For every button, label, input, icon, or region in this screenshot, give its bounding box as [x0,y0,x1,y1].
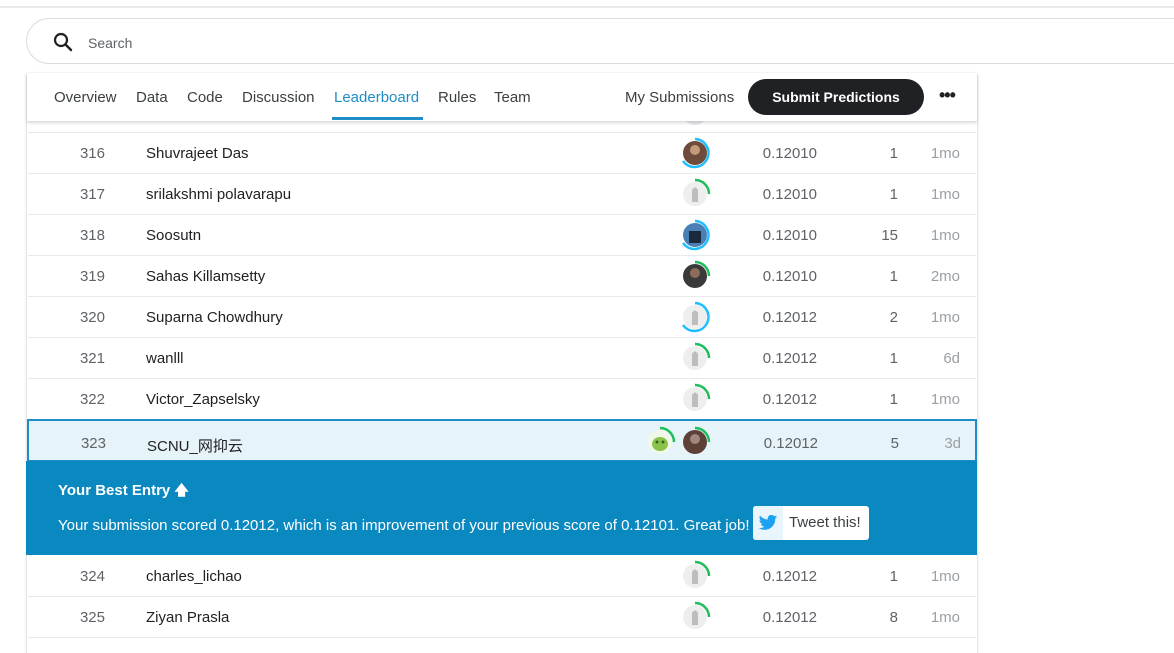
team-name[interactable]: Suparna Chowdhury [146,309,283,326]
team-name[interactable]: charles_lichao [146,568,242,585]
rank: 322 [79,391,105,408]
rank: 317 [79,186,105,203]
avatar[interactable] [679,178,711,210]
entries-count: 1 [889,391,898,408]
tweet-button[interactable]: Tweet this! [753,506,869,540]
best-entry-title: Your Best Entry 🡅 [58,482,189,499]
tab-overview[interactable]: Overview [54,89,117,106]
arrow-up-icon: 🡅 [174,482,189,498]
score: 0.12010 [762,268,817,285]
team-name[interactable]: srilakshmi polavarapu [146,186,291,203]
avatar[interactable] [679,137,711,169]
tab-team[interactable]: Team [494,89,531,106]
score: 0.12012 [762,309,817,326]
top-divider [0,6,1174,8]
score: 0.12012 [762,609,817,626]
search-bar[interactable]: Search [26,18,1174,64]
last-submission: 1mo [930,186,960,203]
tab-discussion[interactable]: Discussion [242,89,315,106]
entries-count: 1 [889,145,898,162]
table-row[interactable]: 320 Suparna Chowdhury 0.12012 2 1mo [28,297,976,338]
active-tab-indicator [332,117,423,120]
last-submission: 2mo [930,268,960,285]
best-entry-banner: Your Best Entry 🡅 Your submission scored… [26,461,977,555]
entries-count: 1 [889,186,898,203]
avatar[interactable] [679,426,711,458]
table-row[interactable]: 322 Victor_Zapselsky 0.12012 1 1mo [28,379,976,420]
competition-tabs: Overview Data Code Discussion Leaderboar… [27,73,977,121]
entries-count: 1 [889,350,898,367]
tab-leaderboard[interactable]: Leaderboard [334,89,419,106]
table-row[interactable]: 325 Ziyan Prasla 0.12012 8 1mo [28,597,976,638]
tab-data[interactable]: Data [136,89,168,106]
rank: 325 [79,609,105,626]
entries-count: 1 [889,268,898,285]
score: 0.12012 [762,391,817,408]
more-options-icon[interactable]: ••• [939,85,956,106]
table-row[interactable]: 319 Sahas Killamsetty 0.12010 1 2mo [28,256,976,297]
last-submission: 3d [944,435,961,452]
avatar[interactable] [679,383,711,415]
best-entry-message: Your submission scored 0.12012, which is… [58,517,750,534]
search-icon [53,32,73,52]
search-input[interactable]: Search [88,35,132,51]
rank: 321 [79,350,105,367]
twitter-icon [753,506,783,540]
table-row[interactable]: 321 wanlll 0.12012 1 6d [28,338,976,379]
team-name[interactable]: SCNU_网抑云 [147,435,243,456]
table-row-current-user[interactable]: 323 SCNU_网抑云 0.12012 5 3d [27,419,977,462]
team-member-avatar[interactable] [644,426,676,458]
rank: 323 [80,435,106,452]
entries-count: 2 [889,309,898,326]
rank: 316 [79,145,105,162]
tweet-label: Tweet this! [789,514,861,531]
my-submissions-link[interactable]: My Submissions [625,89,734,106]
avatar[interactable] [679,301,711,333]
last-submission: 1mo [930,309,960,326]
tab-rules[interactable]: Rules [438,89,476,106]
entries-count: 15 [881,227,898,244]
table-row[interactable]: 316 Shuvrajeet Das 0.12010 1 1mo [28,133,976,174]
score: 0.12010 [762,186,817,203]
rank: 318 [79,227,105,244]
submit-predictions-button[interactable]: Submit Predictions [748,79,924,115]
team-name[interactable]: Victor_Zapselsky [146,391,260,408]
team-name[interactable]: Ziyan Prasla [146,609,229,626]
team-name[interactable]: wanlll [146,350,184,367]
last-submission: 1mo [930,391,960,408]
avatar[interactable] [679,560,711,592]
table-row[interactable]: 317 srilakshmi polavarapu 0.12010 1 1mo [28,174,976,215]
entries-count: 8 [889,609,898,626]
score: 0.12012 [763,435,818,452]
score: 0.12010 [762,227,817,244]
table-row[interactable]: 318 Soosutn 0.12010 15 1mo [28,215,976,256]
rank: 324 [79,568,105,585]
last-submission: 1mo [930,609,960,626]
score: 0.12012 [762,350,817,367]
entries-count: 1 [889,568,898,585]
last-submission: 1mo [930,145,960,162]
avatar[interactable] [679,601,711,633]
avatar[interactable] [679,342,711,374]
last-submission: 6d [943,350,960,367]
score: 0.12010 [762,145,817,162]
team-name[interactable]: Sahas Killamsetty [146,268,265,285]
table-row[interactable]: 324 charles_lichao 0.12012 1 1mo [28,556,976,597]
rank: 320 [79,309,105,326]
rank: 319 [79,268,105,285]
avatar[interactable] [679,219,711,251]
last-submission: 1mo [930,227,960,244]
tab-code[interactable]: Code [187,89,223,106]
entries-count: 5 [890,435,899,452]
team-name[interactable]: Soosutn [146,227,201,244]
last-submission: 1mo [930,568,960,585]
team-name[interactable]: Shuvrajeet Das [146,145,249,162]
avatar[interactable] [679,260,711,292]
score: 0.12012 [762,568,817,585]
